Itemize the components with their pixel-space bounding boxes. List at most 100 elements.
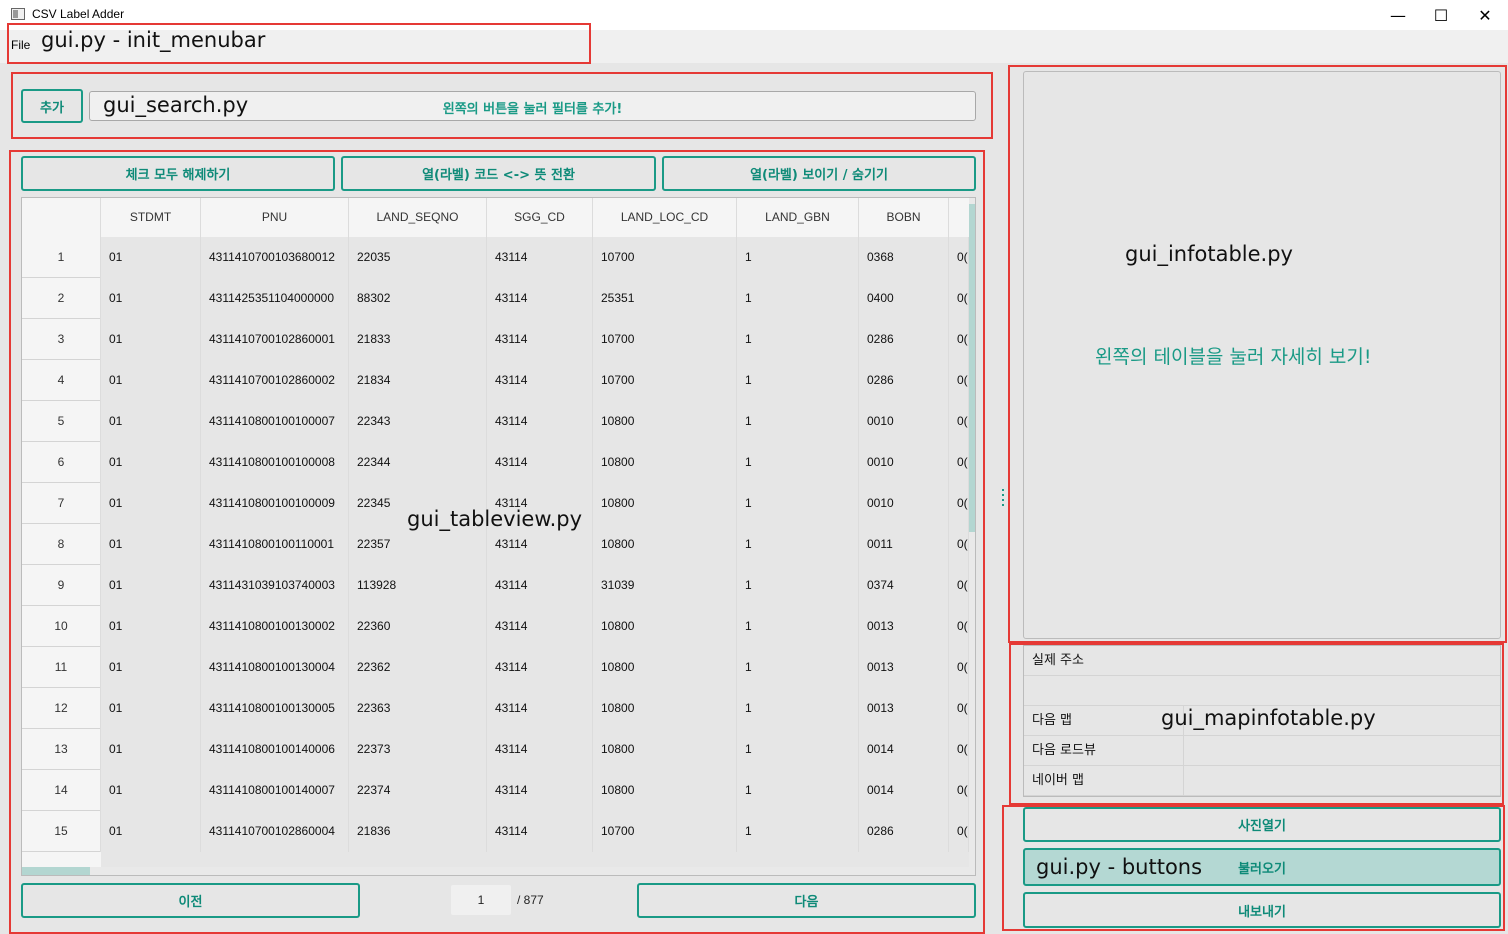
table-cell[interactable]: 21834 (349, 360, 487, 401)
table-row[interactable]: 5 01 4311410800100100007 22343 43114 10800 1 00… (22, 401, 969, 442)
row-number[interactable]: 13 (22, 729, 101, 770)
table-cell[interactable]: 4311410800100110001 (201, 524, 349, 565)
table-cell[interactable]: 0286 (859, 811, 949, 852)
table-cell[interactable]: 0( (949, 524, 969, 565)
row-number[interactable]: 11 (22, 647, 101, 688)
table-cell[interactable]: 0014 (859, 729, 949, 770)
row-number[interactable]: 7 (22, 483, 101, 524)
table-cell[interactable]: 4311410800100130005 (201, 688, 349, 729)
table-row[interactable]: 4 01 4311410700102860002 21834 43114 10700 1 02… (22, 360, 969, 401)
table-cell[interactable]: 21833 (349, 319, 487, 360)
uncheck-all-button[interactable]: 체크 모두 해제하기 (21, 156, 335, 191)
table-cell[interactable]: 4311410700102860004 (201, 811, 349, 852)
row-number[interactable]: 2 (22, 278, 101, 319)
minimize-icon[interactable]: — (1375, 0, 1421, 30)
column-header[interactable]: LAND_GBN (737, 198, 859, 237)
row-number[interactable]: 14 (22, 770, 101, 811)
table-cell[interactable]: 43114 (487, 565, 593, 606)
table-row[interactable]: 6 01 4311410800100100008 22344 43114 10800 1 00… (22, 442, 969, 483)
splitter-handle[interactable] (1002, 489, 1005, 509)
table-row[interactable]: 9 01 4311431039103740003 113928 43114 31039 1 0… (22, 565, 969, 606)
table-cell[interactable]: 4311410700102860001 (201, 319, 349, 360)
table-cell[interactable]: 43114 (487, 606, 593, 647)
table-cell[interactable]: 01 (101, 647, 201, 688)
table-cell[interactable]: 0013 (859, 647, 949, 688)
table-cell[interactable]: 88302 (349, 278, 487, 319)
table-cell[interactable]: 10800 (593, 729, 737, 770)
table-cell[interactable]: 1 (737, 770, 859, 811)
table-cell[interactable]: 01 (101, 811, 201, 852)
table-cell[interactable]: 0286 (859, 319, 949, 360)
table-cell[interactable]: 22373 (349, 729, 487, 770)
table-cell[interactable]: 0014 (859, 770, 949, 811)
table-cell[interactable]: 22363 (349, 688, 487, 729)
table-cell[interactable]: 43114 (487, 360, 593, 401)
table-cell[interactable]: 0( (949, 278, 969, 319)
page-number-input[interactable]: 1 (451, 885, 511, 915)
table-cell[interactable]: 0013 (859, 688, 949, 729)
table-cell[interactable]: 25351 (593, 278, 737, 319)
row-number[interactable]: 12 (22, 688, 101, 729)
menu-file[interactable]: File (11, 38, 30, 52)
table-cell[interactable]: 10800 (593, 442, 737, 483)
table-cell[interactable]: 22035 (349, 237, 487, 278)
table-row[interactable]: 10 01 4311410800100130002 22360 43114 10800 1 0… (22, 606, 969, 647)
table-cell[interactable]: 10700 (593, 811, 737, 852)
row-number[interactable]: 3 (22, 319, 101, 360)
table-cell[interactable]: 1 (737, 565, 859, 606)
table-row[interactable]: 3 01 4311410700102860001 21833 43114 10700 1 02… (22, 319, 969, 360)
scroll-thumb[interactable] (969, 204, 975, 532)
table-cell[interactable]: 0010 (859, 483, 949, 524)
table-cell[interactable]: 10800 (593, 688, 737, 729)
table-cell[interactable]: 0286 (859, 360, 949, 401)
table-cell[interactable]: 01 (101, 442, 201, 483)
table-cell[interactable]: 4311410800100100009 (201, 483, 349, 524)
table-cell[interactable]: 01 (101, 278, 201, 319)
table-cell[interactable]: 0( (949, 729, 969, 770)
export-button[interactable]: 내보내기 (1023, 892, 1501, 928)
table-cell[interactable]: 01 (101, 729, 201, 770)
table-cell[interactable]: 0010 (859, 401, 949, 442)
table-cell[interactable]: 0368 (859, 237, 949, 278)
map-row[interactable] (1024, 676, 1500, 706)
table-cell[interactable]: 10800 (593, 770, 737, 811)
table-cell[interactable]: 4311410800100140006 (201, 729, 349, 770)
column-header[interactable] (949, 198, 969, 237)
table-cell[interactable]: 10800 (593, 524, 737, 565)
table-cell[interactable]: 43114 (487, 237, 593, 278)
table-cell[interactable]: 0010 (859, 442, 949, 483)
table-cell[interactable]: 4311410700103680012 (201, 237, 349, 278)
prev-page-button[interactable]: 이전 (21, 883, 360, 918)
table-cell[interactable]: 1 (737, 647, 859, 688)
table-cell[interactable]: 01 (101, 483, 201, 524)
table-row[interactable]: 14 01 4311410800100140007 22374 43114 10800 1 0… (22, 770, 969, 811)
table-cell[interactable]: 01 (101, 237, 201, 278)
horizontal-scrollbar[interactable] (22, 867, 969, 875)
table-cell[interactable]: 0374 (859, 565, 949, 606)
table-cell[interactable]: 1 (737, 606, 859, 647)
table-cell[interactable]: 1 (737, 442, 859, 483)
table-cell[interactable]: 0( (949, 319, 969, 360)
table-cell[interactable]: 10700 (593, 237, 737, 278)
table-cell[interactable]: 0400 (859, 278, 949, 319)
table-cell[interactable]: 0013 (859, 606, 949, 647)
close-icon[interactable]: ✕ (1462, 0, 1508, 30)
table-cell[interactable]: 0( (949, 483, 969, 524)
row-number[interactable]: 4 (22, 360, 101, 401)
table-cell[interactable]: 1 (737, 360, 859, 401)
table-cell[interactable]: 01 (101, 401, 201, 442)
table-cell[interactable]: 4311410800100130004 (201, 647, 349, 688)
table-row[interactable]: 11 01 4311410800100130004 22362 43114 10800 1 0… (22, 647, 969, 688)
table-cell[interactable]: 43114 (487, 811, 593, 852)
map-row[interactable]: 실제 주소 (1024, 646, 1500, 676)
table-cell[interactable]: 43114 (487, 319, 593, 360)
table-cell[interactable]: 1 (737, 237, 859, 278)
map-row[interactable]: 네이버 맵 (1024, 766, 1500, 796)
row-number[interactable]: 1 (22, 237, 101, 278)
table-cell[interactable]: 01 (101, 319, 201, 360)
table-cell[interactable]: 0( (949, 770, 969, 811)
table-cell[interactable]: 0( (949, 688, 969, 729)
table-cell[interactable]: 43114 (487, 401, 593, 442)
table-cell[interactable]: 22360 (349, 606, 487, 647)
map-row[interactable]: 다음 로드뷰 (1024, 736, 1500, 766)
